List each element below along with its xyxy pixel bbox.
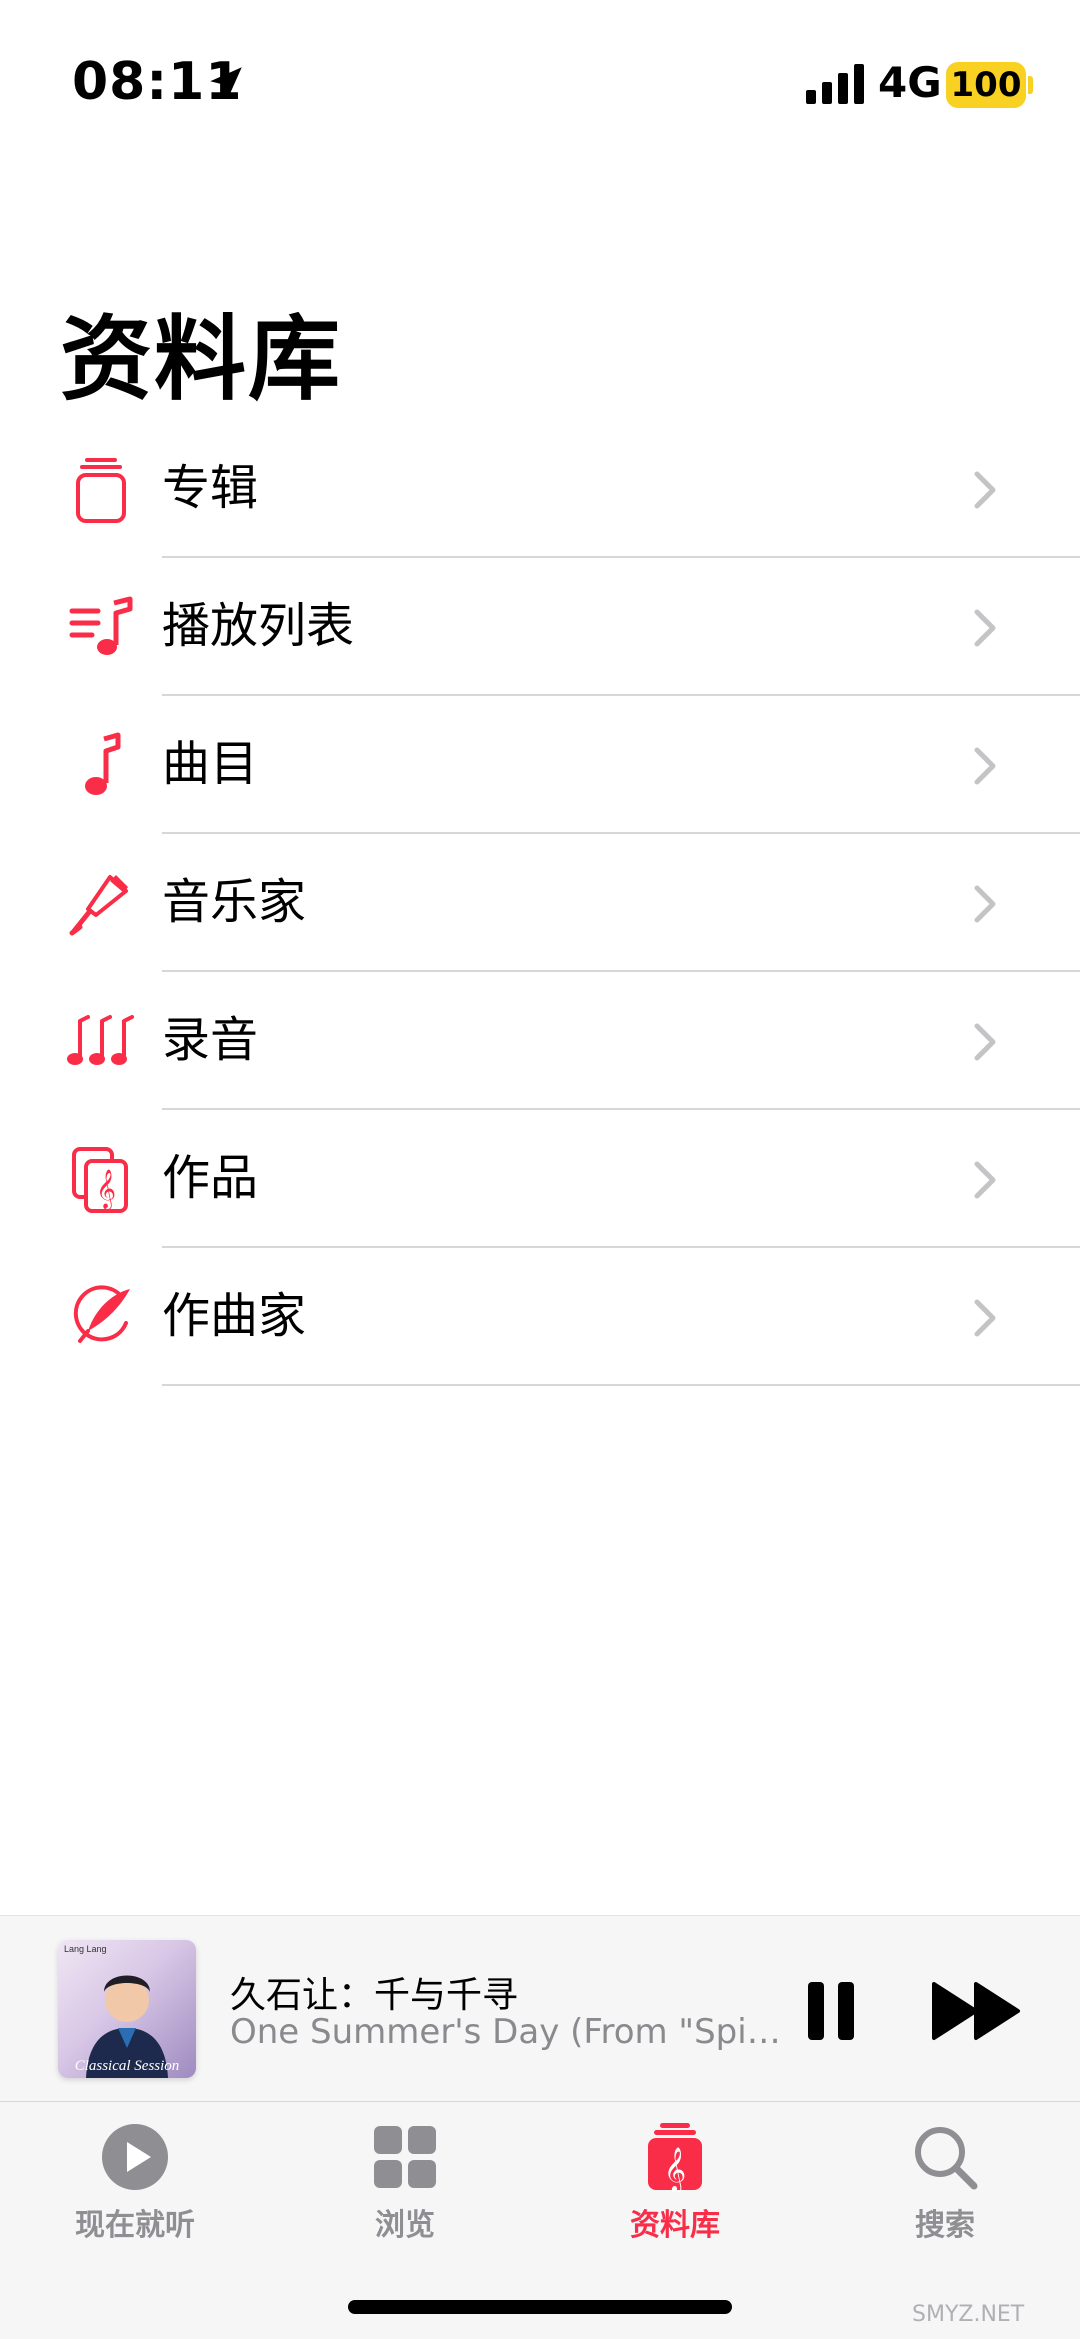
status-bar: 08:11 4G 100 — [0, 0, 1080, 170]
library-item-label: 作曲家 — [162, 1288, 307, 1344]
tab-label: 资料库 — [630, 2208, 720, 2243]
chevron-right-icon — [974, 747, 996, 785]
music-note-icon — [85, 732, 121, 795]
home-indicator[interactable] — [348, 2300, 732, 2314]
album-stack-icon — [76, 458, 126, 523]
chevron-right-icon — [974, 1299, 996, 1337]
library-item-playlists[interactable]: 播放列表 — [0, 558, 1080, 696]
battery-indicator: 100 — [946, 62, 1026, 108]
chevron-right-icon — [974, 1161, 996, 1199]
library-item-label: 音乐家 — [162, 874, 307, 930]
library-list: 专辑 播放列表 曲目 音乐家 录音 𝄞 作品 作曲家 — [0, 420, 1080, 1386]
score-icon: 𝄞 — [72, 1147, 128, 1213]
library-item-label: 播放列表 — [162, 598, 355, 654]
album-art-bottom-text: Classical Session — [75, 2058, 180, 2074]
forward-button[interactable] — [930, 1978, 1024, 2044]
chevron-right-icon — [974, 609, 996, 647]
play-circle-icon — [102, 2124, 168, 2190]
library-item-songs[interactable]: 曲目 — [0, 696, 1080, 834]
network-type: 4G — [878, 58, 942, 107]
album-art-image: Lang Lang Classical Session — [64, 1944, 180, 2078]
playlist-icon — [69, 596, 133, 655]
library-item-label: 作品 — [162, 1150, 259, 1206]
library-icon: 𝄞 — [648, 2123, 702, 2192]
watermark: SMYZ.NET — [912, 2302, 1025, 2327]
pause-button[interactable] — [800, 1976, 864, 2046]
search-icon — [915, 2127, 978, 2190]
library-item-artists[interactable]: 音乐家 — [0, 834, 1080, 972]
divider — [162, 1384, 1080, 1386]
library-item-albums[interactable]: 专辑 — [0, 420, 1080, 558]
track-title: 久石让：千与千寻 — [230, 1975, 519, 2016]
page-title: 资料库 — [60, 306, 343, 413]
tab-library[interactable]: 𝄞 资料库 — [575, 2122, 775, 2243]
library-item-label: 曲目 — [162, 736, 259, 792]
album-art-top-text: Lang Lang — [64, 1944, 107, 1954]
music-notes-icon — [67, 1015, 134, 1065]
tab-label: 浏览 — [375, 2208, 435, 2243]
location-arrow-icon — [210, 67, 242, 99]
track-subtitle: One Summer's Day (From "Spiri... — [230, 2012, 790, 2052]
library-item-works[interactable]: 𝄞 作品 — [0, 1110, 1080, 1248]
chevron-right-icon — [974, 471, 996, 509]
library-item-recordings[interactable]: 录音 — [0, 972, 1080, 1110]
library-item-label: 专辑 — [162, 460, 259, 516]
album-art[interactable]: Lang Lang Classical Session — [58, 1940, 196, 2078]
library-screen: 08:11 4G 100 资料库 专辑 播放列表 曲目 音乐家 录音 𝄞 作品 … — [0, 0, 1080, 2339]
svg-text:𝄞: 𝄞 — [96, 1169, 116, 1210]
cellular-signal-icon — [806, 64, 864, 104]
library-item-composers[interactable]: 作曲家 — [0, 1248, 1080, 1386]
microphone-icon — [69, 875, 128, 936]
tab-label: 现在就听 — [75, 2208, 195, 2243]
tab-browse[interactable]: 浏览 — [305, 2122, 505, 2243]
chevron-right-icon — [974, 885, 996, 923]
svg-text:𝄞: 𝄞 — [664, 2147, 686, 2192]
chevron-right-icon — [974, 1023, 996, 1061]
tab-search[interactable]: 搜索 — [845, 2122, 1045, 2243]
tab-listen-now[interactable]: 现在就听 — [35, 2122, 235, 2243]
quill-icon — [73, 1285, 130, 1343]
battery-cap — [1028, 76, 1033, 94]
mini-player[interactable]: Lang Lang Classical Session 久石让：千与千寻 One… — [0, 1915, 1080, 2101]
tab-label: 搜索 — [915, 2208, 975, 2243]
grid-icon — [374, 2126, 436, 2188]
library-item-label: 录音 — [162, 1012, 259, 1068]
